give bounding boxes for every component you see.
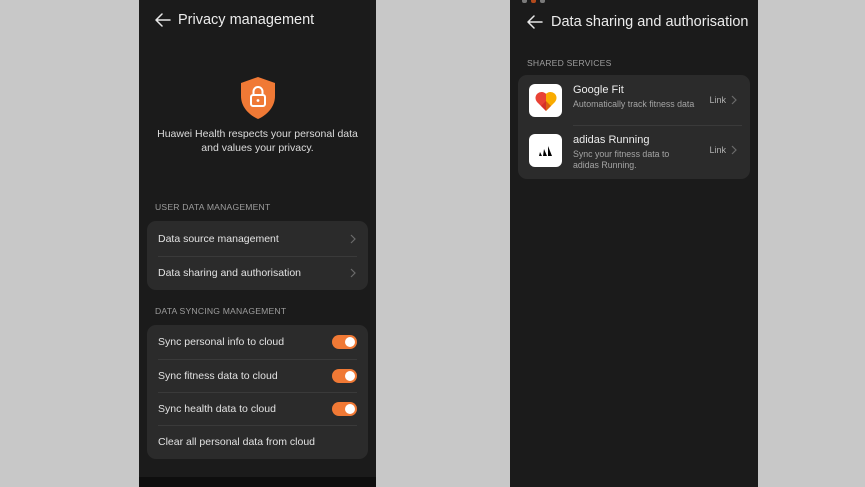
row-label: Sync fitness data to cloud bbox=[158, 369, 278, 382]
user-data-card: Data source management Data sharing and … bbox=[147, 221, 368, 290]
row-label: Sync health data to cloud bbox=[158, 402, 276, 415]
data-sharing-screen: Data sharing and authorisation SHARED SE… bbox=[510, 0, 758, 487]
link-label: Link bbox=[709, 145, 726, 155]
chevron-right-icon bbox=[731, 145, 737, 155]
google-fit-heart-icon bbox=[529, 84, 562, 117]
sync-health-data-toggle[interactable] bbox=[332, 401, 357, 416]
sync-health-data-row: Sync health data to cloud bbox=[147, 392, 368, 425]
status-bar-remnant bbox=[522, 0, 545, 3]
service-description: Automatically track fitness data bbox=[573, 99, 695, 109]
shared-services-card: Google Fit Automatically track fitness d… bbox=[518, 75, 750, 179]
clear-cloud-data-item[interactable]: Clear all personal data from cloud bbox=[147, 425, 368, 459]
shield-lock-icon bbox=[239, 76, 277, 125]
adidas-running-link-button[interactable]: Link bbox=[709, 145, 737, 155]
sync-personal-info-row: Sync personal info to cloud bbox=[147, 325, 368, 359]
row-label: Sync personal info to cloud bbox=[158, 336, 285, 348]
chevron-right-icon bbox=[349, 268, 357, 278]
chevron-right-icon bbox=[349, 234, 357, 244]
hero bbox=[139, 76, 376, 125]
service-adidas-running[interactable]: adidas Running Sync your fitness data to… bbox=[518, 125, 750, 175]
section-label-data-syncing: DATA SYNCING MANAGEMENT bbox=[155, 306, 287, 316]
toggle-knob bbox=[345, 370, 355, 381]
service-google-fit[interactable]: Google Fit Automatically track fitness d… bbox=[518, 75, 750, 125]
arrow-left-icon[interactable] bbox=[525, 12, 545, 32]
chevron-right-icon bbox=[731, 95, 737, 105]
row-label: Clear all personal data from cloud bbox=[158, 436, 315, 448]
google-fit-link-button[interactable]: Link bbox=[709, 95, 737, 105]
service-description: Sync your fitness data to adidas Running… bbox=[573, 149, 670, 170]
row-label: Data source management bbox=[158, 232, 279, 245]
page-title: Data sharing and authorisation bbox=[551, 14, 749, 30]
adidas-running-logo-icon bbox=[529, 134, 562, 167]
data-sharing-authorisation-item[interactable]: Data sharing and authorisation bbox=[147, 256, 368, 290]
page-title: Privacy management bbox=[178, 12, 315, 28]
row-label: Data sharing and authorisation bbox=[158, 267, 302, 279]
section-label-user-data: USER DATA MANAGEMENT bbox=[155, 202, 271, 212]
top-bar: Privacy management bbox=[139, 6, 376, 34]
top-bar: Data sharing and authorisation bbox=[510, 8, 758, 36]
bottom-strip bbox=[139, 477, 376, 487]
data-syncing-card: Sync personal info to cloud Sync fitness… bbox=[147, 325, 368, 459]
sync-fitness-data-row: Sync fitness data to cloud bbox=[147, 359, 368, 392]
toggle-knob bbox=[345, 337, 355, 347]
sync-fitness-data-toggle[interactable] bbox=[332, 368, 357, 383]
sync-personal-info-toggle[interactable] bbox=[332, 335, 357, 349]
section-label-shared-services: SHARED SERVICES bbox=[527, 58, 612, 68]
toggle-knob bbox=[345, 403, 355, 414]
privacy-management-screen: Privacy management Huawei Health respect… bbox=[139, 0, 376, 487]
arrow-left-icon[interactable] bbox=[153, 10, 173, 30]
intro-text: Huawei Health respects your personal dat… bbox=[157, 128, 358, 154]
data-source-management-item[interactable]: Data source management bbox=[147, 221, 368, 256]
link-label: Link bbox=[709, 95, 726, 105]
